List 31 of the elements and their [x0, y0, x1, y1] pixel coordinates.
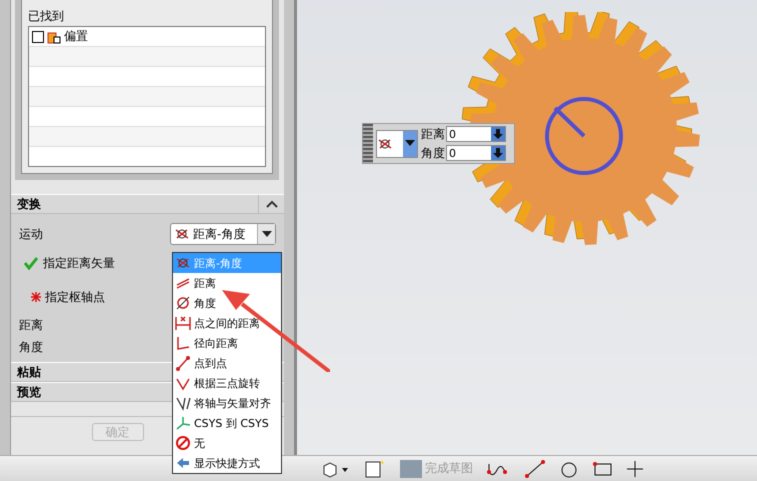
- section-header[interactable]: 变换: [11, 194, 284, 214]
- dimension-icon: [175, 315, 191, 331]
- field-label: 角度: [421, 144, 445, 162]
- found-label: 已找到: [28, 8, 65, 25]
- dropdown-button[interactable]: [257, 224, 275, 244]
- axis-align-icon: [175, 395, 191, 411]
- check-icon: [23, 255, 39, 271]
- field-label: 距离: [19, 316, 43, 334]
- motion-dropdown[interactable]: 距离-角度: [170, 223, 276, 245]
- caret-icon: [262, 231, 272, 237]
- value-field[interactable]: 0: [446, 145, 506, 161]
- no-entry-icon: [175, 435, 191, 451]
- point-line-icon: [175, 355, 191, 371]
- value-field[interactable]: 0: [446, 126, 506, 142]
- field-label: 指定距离矢量: [43, 254, 115, 272]
- grip-handle[interactable]: [363, 124, 373, 163]
- radial-icon: [175, 335, 191, 351]
- list-item[interactable]: 偏置: [29, 27, 265, 47]
- asterisk-icon: [31, 292, 41, 302]
- field-label: 距离: [421, 126, 445, 142]
- caret-icon: [266, 200, 278, 208]
- motion-label: 运动: [19, 226, 43, 242]
- field-label: 角度: [19, 338, 43, 356]
- field-label: 指定枢轴点: [45, 288, 105, 306]
- checkbox[interactable]: [32, 30, 44, 42]
- axes-icon: [175, 415, 191, 431]
- angle-icon: [175, 295, 191, 311]
- line-icon[interactable]: [523, 458, 547, 480]
- caret-icon: [403, 130, 417, 156]
- left-arrow-icon: [175, 455, 191, 471]
- motion-type-button[interactable]: [376, 130, 418, 158]
